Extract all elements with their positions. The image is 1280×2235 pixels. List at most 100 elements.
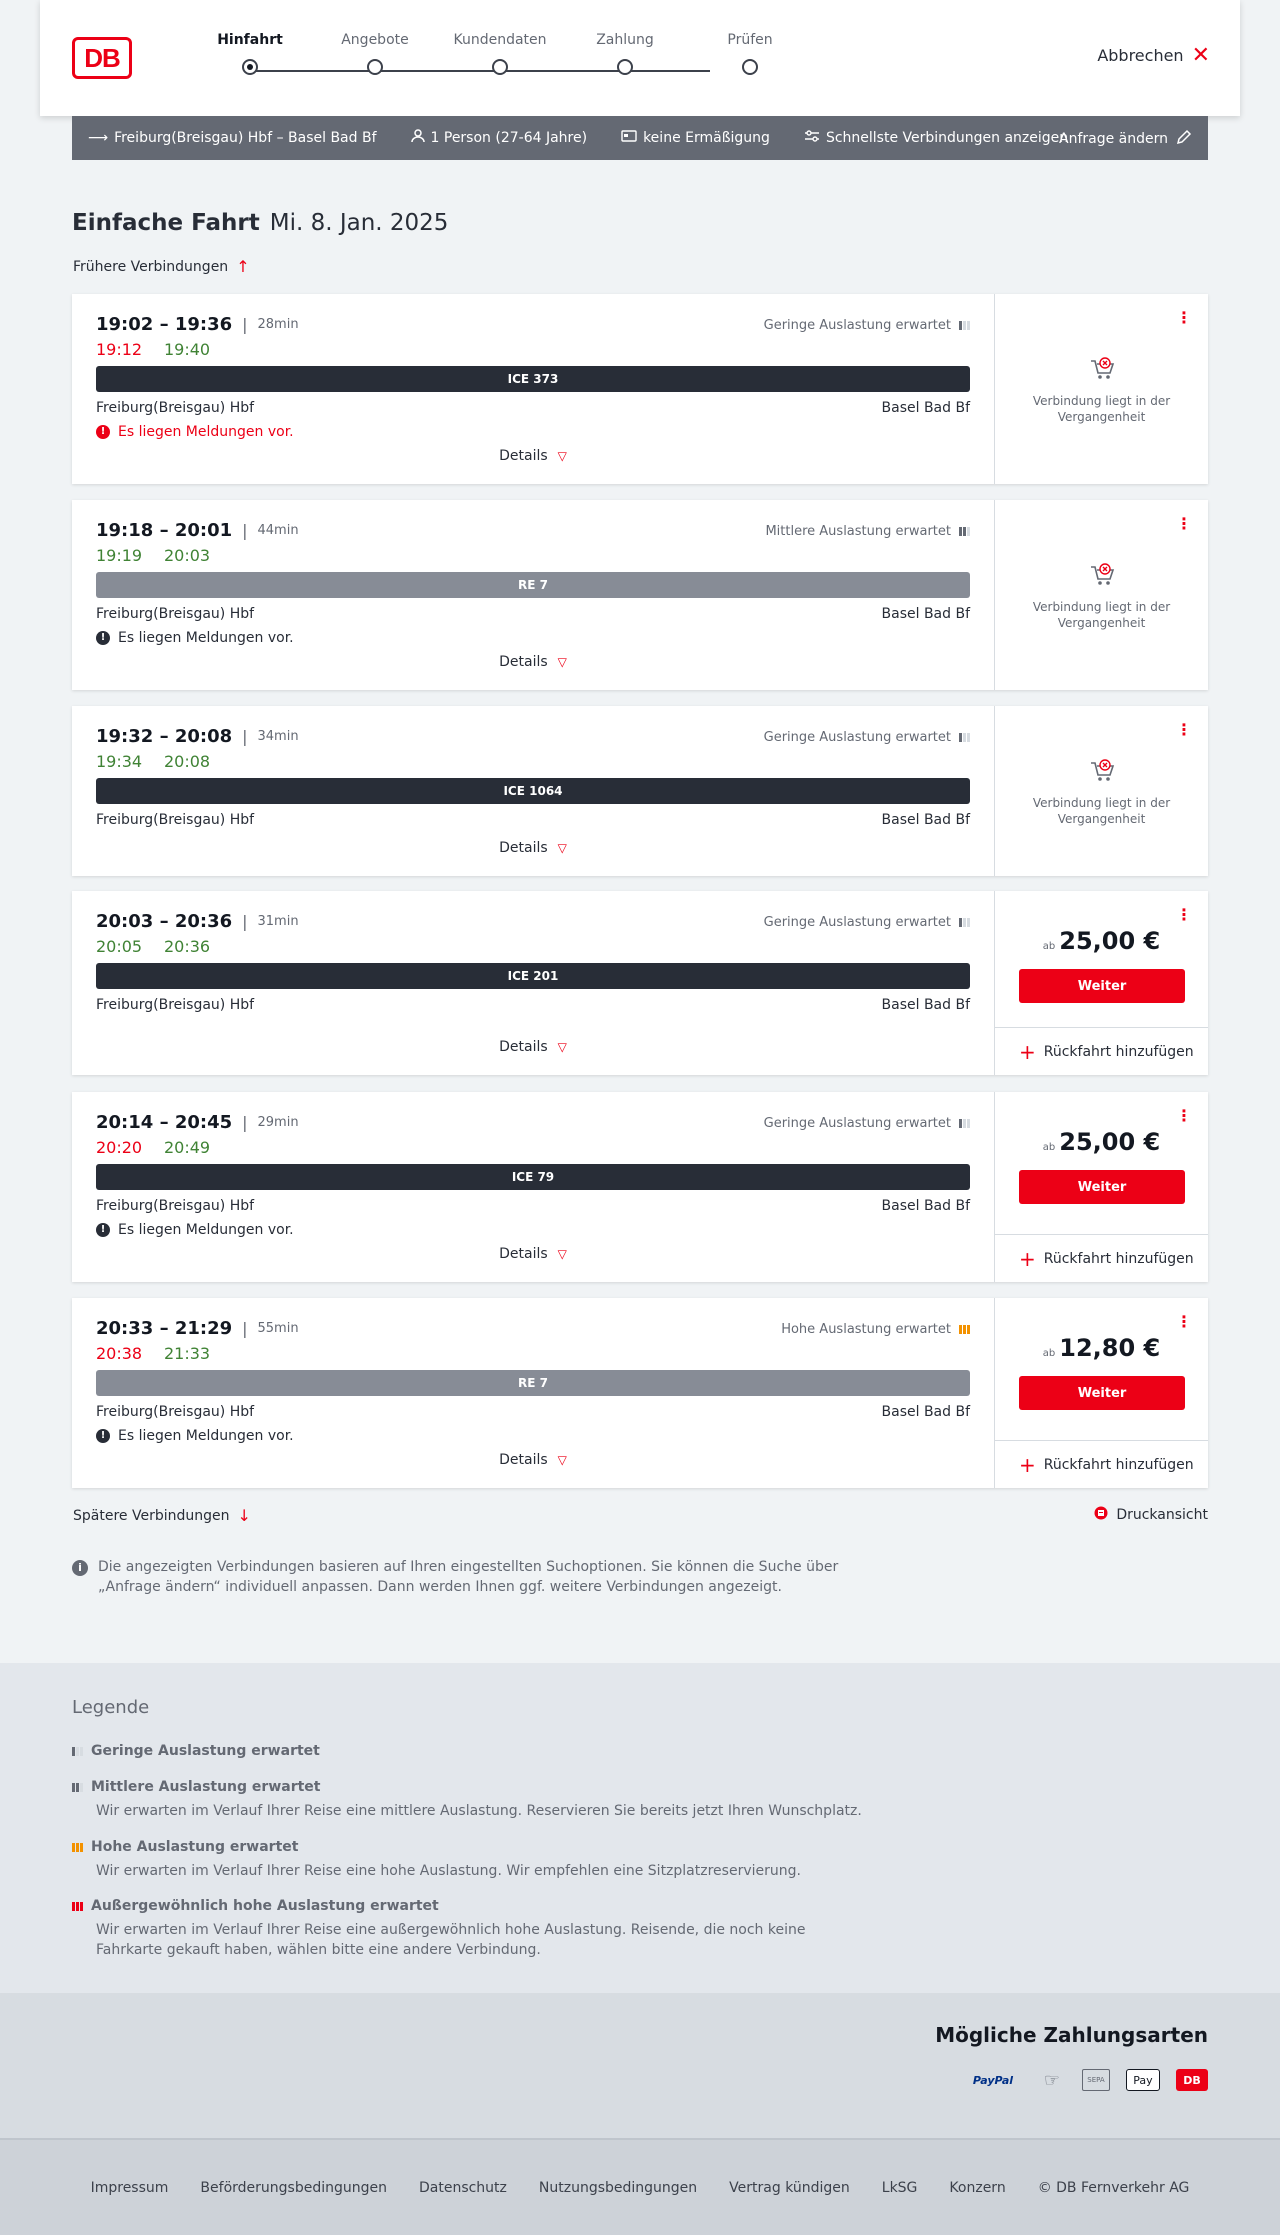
load-medium-icon [959,527,970,536]
legend-section: Legende Geringe Auslastung erwartet Mitt… [0,1663,1280,1993]
connection-card[interactable]: 20:14 – 20:45 | 29min 20:20 20:49 Gering… [72,1092,1208,1282]
destination-station: Basel Bad Bf [881,1198,970,1214]
load-low-icon [959,1119,970,1128]
duration: 55min [257,1321,299,1336]
footer-link[interactable]: Datenschutz [419,2180,507,2196]
printer-icon [1094,1506,1108,1524]
connection-details: 19:18 – 20:01 | 44min 19:19 20:03 Mittle… [72,500,994,690]
message-notice[interactable]: ! Es liegen Meldungen vor. [96,630,294,646]
legend-item-very-high: Außergewöhnlich hohe Auslastung erwartet… [72,1898,872,1960]
train-bar[interactable]: ICE 79 [96,1164,970,1190]
duration: 31min [257,914,299,929]
realtime-arrival: 21:33 [164,1344,211,1363]
connection-card[interactable]: 19:32 – 20:08 | 34min 19:34 20:08 Gering… [72,706,1208,876]
realtime-times: 19:12 19:40 [96,340,232,359]
print-view-button[interactable]: Druckansicht [1094,1506,1208,1524]
more-options-icon[interactable]: ⋮ [1176,1312,1192,1331]
origin-station: Freiburg(Breisgau) Hbf [96,1198,255,1214]
legend-item-low: Geringe Auslastung erwartet [72,1743,872,1759]
realtime-times: 20:20 20:49 [96,1138,232,1157]
realtime-departure: 20:38 [96,1344,143,1363]
details-toggle[interactable]: Details ▽ [72,654,994,670]
progress-steps: Hinfahrt Angebote Kundendaten Zahlung Pr… [200,30,773,90]
step-dot-icon [367,59,383,75]
train-bar[interactable]: RE 7 [96,572,970,598]
step-dot-icon [492,59,508,75]
alert-icon: ! [96,425,110,439]
continue-button[interactable]: Weiter [1019,969,1185,1003]
origin-station: Freiburg(Breisgau) Hbf [96,1404,255,1420]
train-bar[interactable]: ICE 1064 [96,778,970,804]
duration: 34min [257,729,299,744]
train-bar[interactable]: ICE 373 [96,366,970,392]
more-options-icon[interactable]: ⋮ [1176,1106,1192,1125]
realtime-departure: 19:19 [96,546,143,565]
separator: | [242,1113,248,1132]
destination-station: Basel Bad Bf [881,812,970,828]
legend-title: Legende [72,1697,150,1718]
more-options-icon[interactable]: ⋮ [1176,514,1192,533]
connection-details: 19:02 – 19:36 | 28min 19:12 19:40 Gering… [72,294,994,484]
legend-item-medium: Mittlere Auslastung erwartet Wir erwarte… [72,1779,872,1821]
realtime-departure: 20:05 [96,937,143,956]
train-bar[interactable]: ICE 201 [96,963,970,989]
add-return-trip-button[interactable]: + Rückfahrt hinzufügen [995,1234,1208,1282]
card-icon [621,130,637,146]
details-toggle[interactable]: Details ▽ [72,1452,994,1468]
continue-button[interactable]: Weiter [1019,1376,1185,1410]
message-notice[interactable]: ! Es liegen Meldungen vor. [96,1428,294,1444]
more-options-icon[interactable]: ⋮ [1176,308,1192,327]
footer-link[interactable]: Nutzungsbedingungen [539,2180,697,2196]
duration: 29min [257,1115,299,1130]
add-return-trip-button[interactable]: + Rückfahrt hinzufügen [995,1440,1208,1488]
continue-button[interactable]: Weiter [1019,1170,1185,1204]
message-notice[interactable]: ! Es liegen Meldungen vor. [96,424,294,440]
edit-search-button[interactable]: Anfrage ändern [1059,129,1192,149]
details-toggle[interactable]: Details ▽ [72,1039,994,1055]
paypal-icon: PayPal [972,2073,1014,2087]
origin-station: Freiburg(Breisgau) Hbf [96,606,255,622]
connection-details: 20:14 – 20:45 | 29min 20:20 20:49 Gering… [72,1092,994,1282]
footer-link[interactable]: Beförderungsbedingungen [200,2180,387,2196]
footer-link[interactable]: Impressum [91,2180,169,2196]
message-notice[interactable]: ! Es liegen Meldungen vor. [96,1222,294,1238]
realtime-arrival: 19:40 [164,340,211,359]
load-low-icon [959,918,970,927]
destination-station: Basel Bad Bf [881,400,970,416]
more-options-icon[interactable]: ⋮ [1176,720,1192,739]
info-icon: i [72,1560,88,1576]
stations: Freiburg(Breisgau) Hbf Basel Bad Bf [96,1198,970,1214]
booking-panel: ⋮ Verbindung liegt in der Vergangenheit [994,294,1208,484]
earlier-connections-link[interactable]: Frühere Verbindungen ↑ [73,257,250,276]
header: DB Hinfahrt Angebote Kundendaten Zahlung… [40,0,1240,116]
train-bar[interactable]: RE 7 [96,1370,970,1396]
step-1: Angebote [325,30,425,75]
cart-crossed-icon [1090,563,1114,585]
more-options-icon[interactable]: ⋮ [1176,905,1192,924]
connection-card[interactable]: 20:03 – 20:36 | 31min 20:05 20:36 Gering… [72,891,1208,1075]
plus-icon: + [1019,1039,1036,1064]
chevron-down-icon: ▽ [557,449,567,463]
details-toggle[interactable]: Details ▽ [72,1246,994,1262]
connection-card[interactable]: 20:33 – 21:29 | 55min 20:38 21:33 Hohe A… [72,1298,1208,1488]
add-return-trip-button[interactable]: + Rückfahrt hinzufügen [995,1027,1208,1075]
footer-link[interactable]: Vertrag kündigen [729,2180,850,2196]
footer-link[interactable]: © DB Fernverkehr AG [1038,2180,1190,2196]
close-icon: ✕ [1191,42,1210,68]
stations: Freiburg(Breisgau) Hbf Basel Bad Bf [96,606,970,622]
db-logo[interactable]: DB [72,37,132,79]
details-toggle[interactable]: Details ▽ [72,448,994,464]
sepa-icon: SEPA [1082,2069,1110,2091]
connection-card[interactable]: 19:18 – 20:01 | 44min 19:19 20:03 Mittle… [72,500,1208,690]
cancel-button[interactable]: Abbrechen ✕ [1097,42,1210,68]
footer-link[interactable]: Konzern [949,2180,1005,2196]
cart-crossed-icon [1090,759,1114,781]
footer-link[interactable]: LkSG [882,2180,918,2196]
credit-card-icon: ☞ [1043,2069,1061,2091]
step-4: Prüfen [700,30,800,75]
connection-card[interactable]: 19:02 – 19:36 | 28min 19:12 19:40 Gering… [72,294,1208,484]
details-toggle[interactable]: Details ▽ [72,840,994,856]
footer: Impressum Beförderungsbedingungen Datensch… [0,2138,1280,2235]
later-connections-link[interactable]: Spätere Verbindungen ↓ [73,1506,251,1525]
price: ab 12,80 € [1042,1334,1161,1362]
